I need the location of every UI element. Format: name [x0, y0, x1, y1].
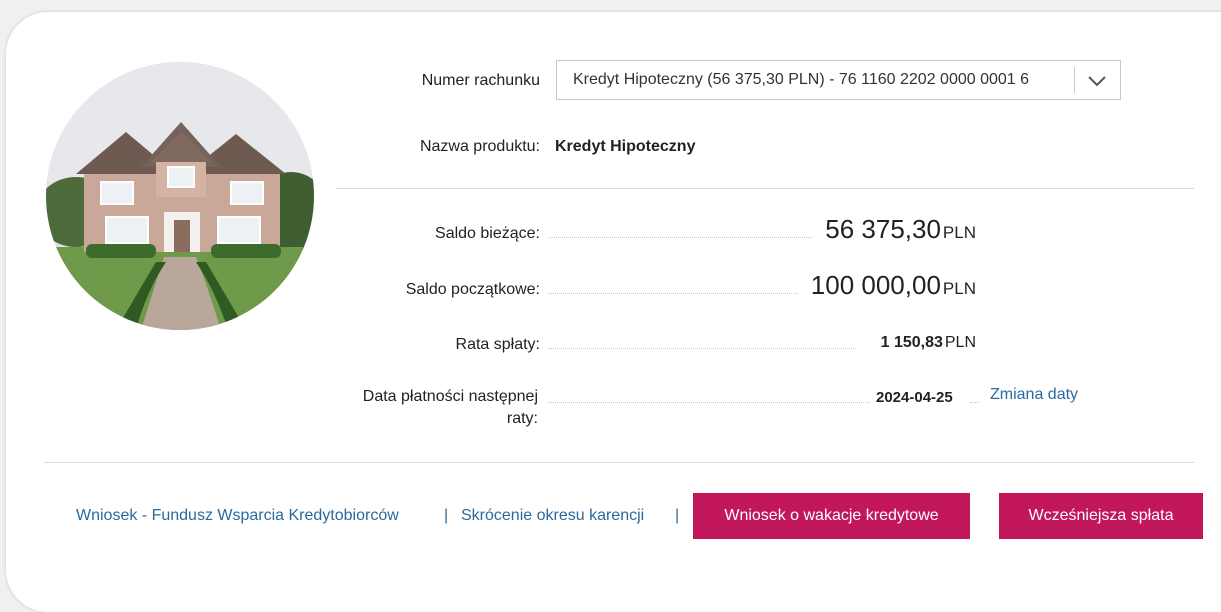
current-balance-amount: 56 375,30 PLN	[780, 214, 976, 245]
divider-top	[336, 188, 1194, 189]
installment-amount: 1 150,83 PLN	[820, 334, 976, 352]
chevron-down-icon[interactable]	[1087, 71, 1107, 96]
currency: PLN	[942, 279, 976, 298]
account-number-label: Numer rachunku	[421, 72, 540, 89]
house-photo	[46, 62, 314, 330]
product-name-label: Nazwa produktu:	[419, 138, 540, 155]
currency: PLN	[942, 223, 976, 242]
credit-holiday-button[interactable]: Wniosek o wakacje kredytowe	[693, 493, 970, 539]
next-payment-label: Data płatności następnej raty:	[300, 386, 538, 430]
link-separator: |	[444, 507, 449, 524]
initial-balance-amount: 100 000,00 PLN	[760, 270, 976, 301]
early-repayment-button[interactable]: Wcześniejsza spłata	[999, 493, 1203, 539]
divider-bottom	[44, 462, 1194, 463]
leader-line	[548, 237, 813, 238]
support-fund-application-link[interactable]: Wniosek - Fundusz Wsparcia Kredytobiorcó…	[76, 507, 399, 525]
next-payment-label-line2: raty:	[506, 410, 538, 427]
installment-label: Rata spłaty:	[455, 336, 540, 353]
leader-line	[970, 402, 980, 403]
grace-period-link[interactable]: Skrócenie okresu karencji	[461, 507, 644, 525]
initial-balance-value: 100 000,00	[810, 270, 941, 300]
next-payment-date: 2024-04-25	[876, 389, 953, 406]
installment-value: 1 150,83	[880, 334, 943, 351]
select-divider	[1074, 67, 1075, 93]
next-payment-label-line1: Data płatności następnej	[362, 388, 538, 405]
current-balance-label: Saldo bieżące:	[435, 225, 540, 242]
account-select[interactable]: Kredyt Hipoteczny (56 375,30 PLN) - 76 1…	[556, 60, 1121, 100]
currency: PLN	[944, 334, 976, 351]
link-separator: |	[675, 507, 680, 524]
current-balance-value: 56 375,30	[825, 214, 941, 244]
initial-balance-label: Saldo początkowe:	[405, 281, 540, 298]
leader-line	[548, 402, 870, 403]
account-select-value: Kredyt Hipoteczny (56 375,30 PLN) - 76 1…	[573, 71, 1030, 88]
product-name-value: Kredyt Hipoteczny	[555, 138, 696, 155]
change-date-link[interactable]: Zmiana daty	[990, 386, 1078, 404]
leader-line	[548, 348, 856, 349]
